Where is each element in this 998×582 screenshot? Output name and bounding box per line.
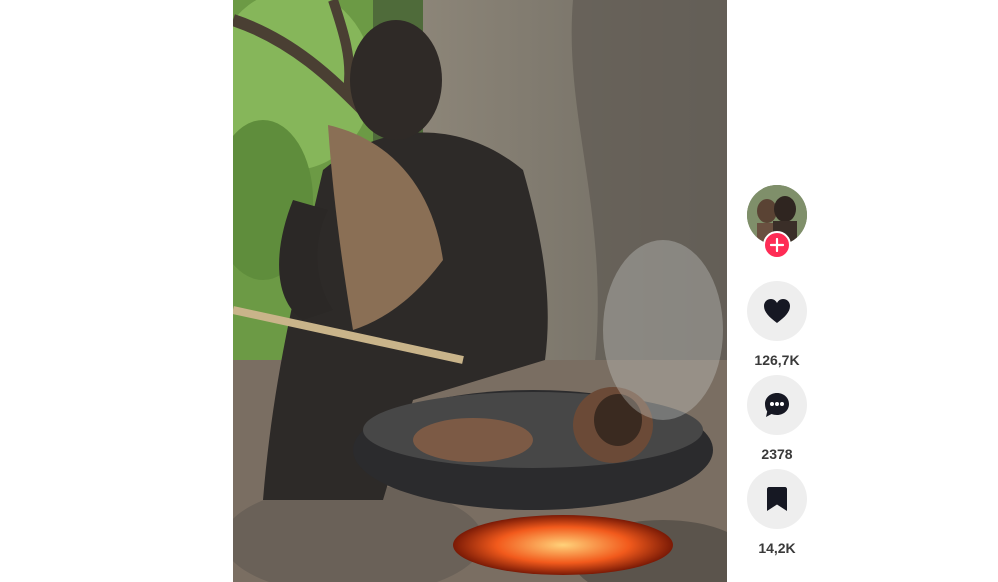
comment-button[interactable] — [747, 375, 807, 435]
like-count: 126,7K — [754, 352, 800, 368]
bookmark-icon — [767, 487, 787, 511]
bookmark-button[interactable] — [747, 469, 807, 529]
plus-icon — [770, 238, 784, 252]
video-frame — [233, 0, 727, 582]
follow-button[interactable] — [763, 231, 791, 259]
bookmark-count: 14,2K — [758, 540, 796, 556]
comment-count: 2378 — [761, 446, 793, 462]
like-button[interactable] — [747, 281, 807, 341]
action-sidebar: 126,7K 2378 14,2K — [747, 185, 807, 559]
comment-icon — [765, 393, 789, 417]
video-player[interactable] — [233, 0, 727, 582]
creator-avatar-container[interactable] — [747, 185, 807, 259]
heart-icon — [764, 299, 790, 323]
